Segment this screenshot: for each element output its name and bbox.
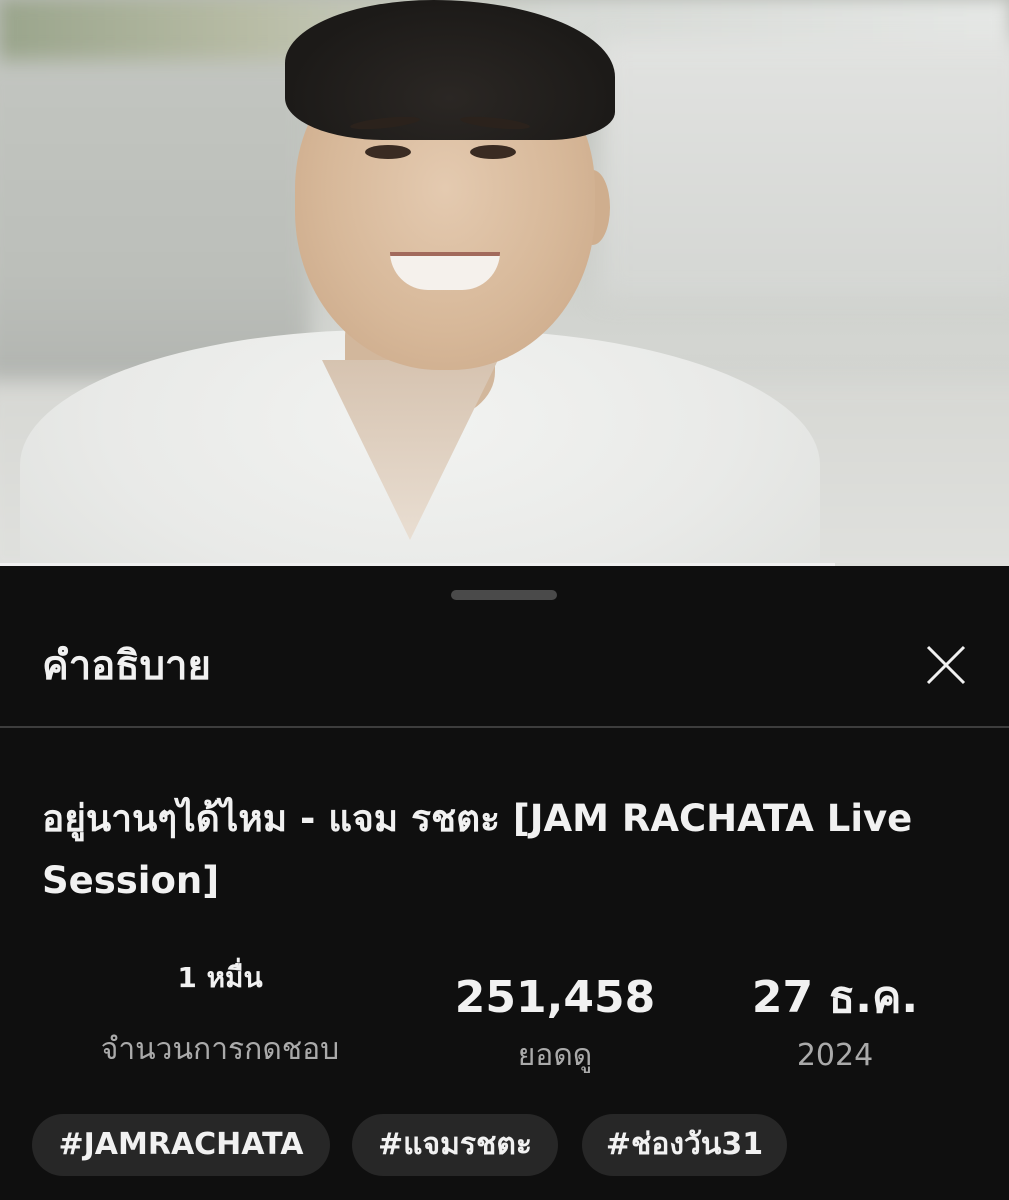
video-player[interactable] bbox=[0, 0, 1009, 566]
close-icon bbox=[926, 645, 966, 685]
sheet-title: คำอธิบาย bbox=[42, 643, 211, 689]
likes-stat: 1 หมื่น จำนวนการกดชอบ bbox=[60, 956, 380, 1070]
hashtag-chip[interactable]: #JAMRACHATA bbox=[32, 1114, 330, 1176]
views-count: 251,458 bbox=[454, 972, 656, 1023]
video-title: อยู่นานๆได้ไหม - แจม รชตะ [JAM RACHATA L… bbox=[42, 797, 913, 902]
views-stat: 251,458 ยอดดู bbox=[420, 970, 690, 1076]
upload-year: 2024 bbox=[796, 1038, 874, 1073]
likes-label: จำนวนการกดชอบ bbox=[100, 1032, 340, 1067]
likes-count: 1 หมื่น bbox=[177, 961, 263, 994]
hashtag-chip[interactable]: #แจมรชตะ bbox=[352, 1114, 558, 1176]
app-screen: คำอธิบาย อยู่นานๆได้ไหม - แจม รชตะ [JAM … bbox=[0, 0, 1009, 1200]
hashtag-chip[interactable]: #ช่องวัน31 bbox=[582, 1114, 787, 1176]
drag-handle[interactable] bbox=[451, 590, 557, 600]
views-label: ยอดดู bbox=[517, 1038, 593, 1073]
date-stat: 27 ธ.ค. 2024 bbox=[720, 970, 950, 1076]
divider bbox=[0, 726, 1009, 728]
close-button[interactable] bbox=[915, 634, 977, 696]
description-sheet: คำอธิบาย อยู่นานๆได้ไหม - แจม รชตะ [JAM … bbox=[0, 566, 1009, 1200]
upload-date: 27 ธ.ค. bbox=[751, 972, 919, 1023]
